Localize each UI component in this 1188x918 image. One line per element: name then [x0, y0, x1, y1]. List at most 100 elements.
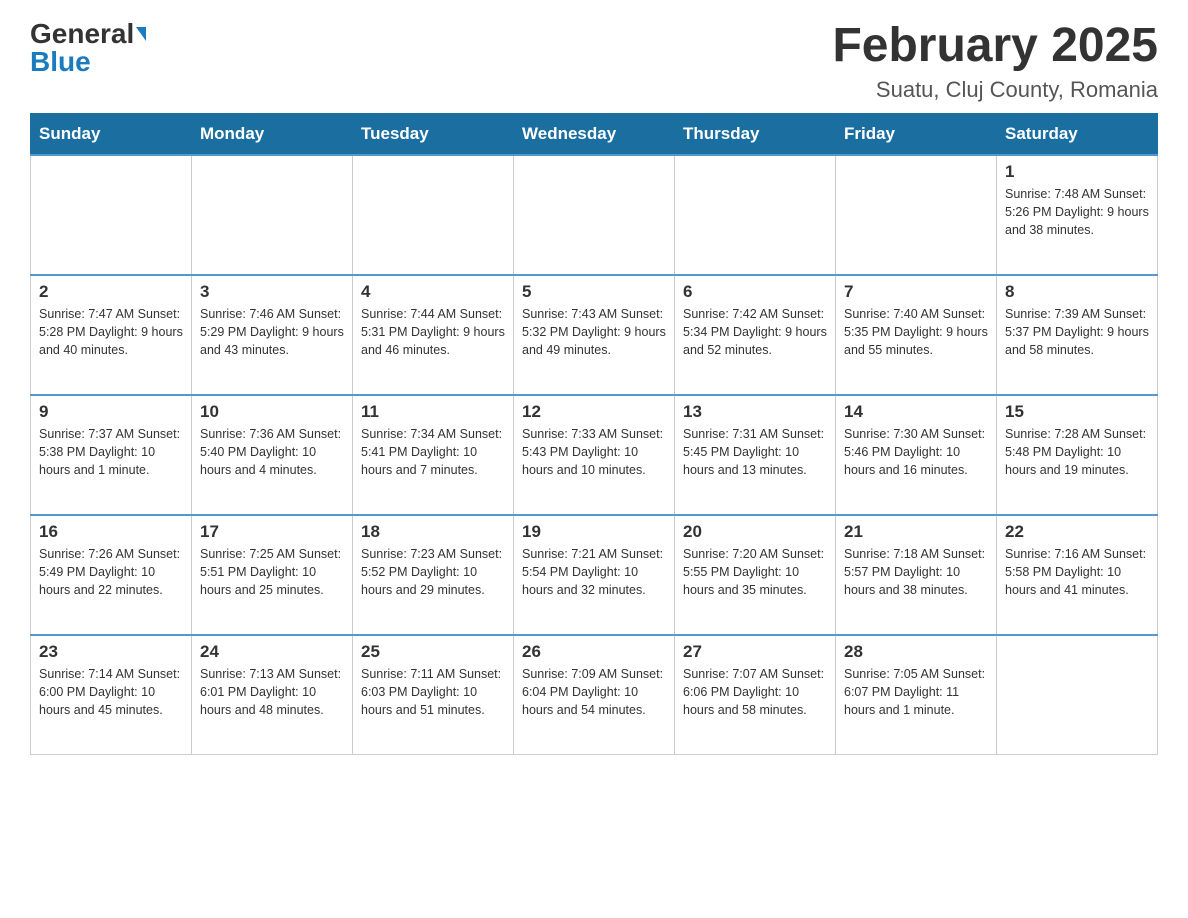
calendar-cell — [675, 155, 836, 275]
calendar-day-header: Friday — [836, 113, 997, 155]
day-number: 27 — [683, 642, 827, 662]
day-number: 23 — [39, 642, 183, 662]
location-title: Suatu, Cluj County, Romania — [832, 77, 1158, 103]
month-title: February 2025 — [832, 20, 1158, 73]
calendar-cell: 1Sunrise: 7:48 AM Sunset: 5:26 PM Daylig… — [997, 155, 1158, 275]
day-info: Sunrise: 7:46 AM Sunset: 5:29 PM Dayligh… — [200, 305, 344, 359]
day-info: Sunrise: 7:47 AM Sunset: 5:28 PM Dayligh… — [39, 305, 183, 359]
logo-arrow-icon — [136, 27, 146, 41]
day-info: Sunrise: 7:33 AM Sunset: 5:43 PM Dayligh… — [522, 425, 666, 479]
day-number: 8 — [1005, 282, 1149, 302]
calendar-week-row: 2 Sunrise: 7:47 AM Sunset: 5:28 PM Daylig… — [31, 275, 1158, 395]
calendar-day-header: Sunday — [31, 113, 192, 155]
day-info: Sunrise: 7:28 AM Sunset: 5:48 PM Dayligh… — [1005, 425, 1149, 479]
day-number: 2 — [39, 282, 183, 302]
title-area: February 2025 Suatu, Cluj County, Romani… — [832, 20, 1158, 103]
calendar-cell: 13 Sunrise: 7:31 AM Sunset: 5:45 PM Dayli… — [675, 395, 836, 515]
calendar-day-header: Saturday — [997, 113, 1158, 155]
day-number: 4 — [361, 282, 505, 302]
calendar-cell — [353, 155, 514, 275]
calendar-cell: 24 Sunrise: 7:13 AM Sunset: 6:01 PM Dayli… — [192, 635, 353, 755]
day-number: 24 — [200, 642, 344, 662]
day-info: Sunrise: 7:39 AM Sunset: 5:37 PM Dayligh… — [1005, 305, 1149, 359]
day-number: 17 — [200, 522, 344, 542]
day-number: 5 — [522, 282, 666, 302]
calendar-cell: 26 Sunrise: 7:09 AM Sunset: 6:04 PM Dayli… — [514, 635, 675, 755]
day-number: 13 — [683, 402, 827, 422]
calendar-cell: 2 Sunrise: 7:47 AM Sunset: 5:28 PM Daylig… — [31, 275, 192, 395]
calendar-cell: 8 Sunrise: 7:39 AM Sunset: 5:37 PM Daylig… — [997, 275, 1158, 395]
day-info: Sunrise: 7:16 AM Sunset: 5:58 PM Dayligh… — [1005, 545, 1149, 599]
day-info: Sunrise: 7:44 AM Sunset: 5:31 PM Dayligh… — [361, 305, 505, 359]
day-info: Sunrise: 7:07 AM Sunset: 6:06 PM Dayligh… — [683, 665, 827, 719]
page-header: General Blue February 2025 Suatu, Cluj C… — [30, 20, 1158, 103]
calendar-week-row: 9Sunrise: 7:37 AM Sunset: 5:38 PM Daylig… — [31, 395, 1158, 515]
calendar-cell — [514, 155, 675, 275]
calendar-cell: 20 Sunrise: 7:20 AM Sunset: 5:55 PM Dayli… — [675, 515, 836, 635]
day-info: Sunrise: 7:26 AM Sunset: 5:49 PM Dayligh… — [39, 545, 183, 599]
day-info: Sunrise: 7:20 AM Sunset: 5:55 PM Dayligh… — [683, 545, 827, 599]
day-info: Sunrise: 7:36 AM Sunset: 5:40 PM Dayligh… — [200, 425, 344, 479]
calendar-cell: 5 Sunrise: 7:43 AM Sunset: 5:32 PM Daylig… — [514, 275, 675, 395]
calendar-cell — [192, 155, 353, 275]
day-info: Sunrise: 7:34 AM Sunset: 5:41 PM Dayligh… — [361, 425, 505, 479]
day-number: 15 — [1005, 402, 1149, 422]
day-info: Sunrise: 7:11 AM Sunset: 6:03 PM Dayligh… — [361, 665, 505, 719]
logo-general: General — [30, 20, 134, 48]
day-number: 14 — [844, 402, 988, 422]
calendar-week-row: 23 Sunrise: 7:14 AM Sunset: 6:00 PM Dayli… — [31, 635, 1158, 755]
day-number: 21 — [844, 522, 988, 542]
day-info: Sunrise: 7:21 AM Sunset: 5:54 PM Dayligh… — [522, 545, 666, 599]
day-number: 26 — [522, 642, 666, 662]
calendar-week-row: 16 Sunrise: 7:26 AM Sunset: 5:49 PM Dayli… — [31, 515, 1158, 635]
day-info: Sunrise: 7:43 AM Sunset: 5:32 PM Dayligh… — [522, 305, 666, 359]
day-info: Sunrise: 7:42 AM Sunset: 5:34 PM Dayligh… — [683, 305, 827, 359]
calendar-cell: 6 Sunrise: 7:42 AM Sunset: 5:34 PM Daylig… — [675, 275, 836, 395]
calendar-cell: 15 Sunrise: 7:28 AM Sunset: 5:48 PM Dayli… — [997, 395, 1158, 515]
calendar-cell: 27 Sunrise: 7:07 AM Sunset: 6:06 PM Dayli… — [675, 635, 836, 755]
calendar-cell: 21 Sunrise: 7:18 AM Sunset: 5:57 PM Dayli… — [836, 515, 997, 635]
day-info: Sunrise: 7:30 AM Sunset: 5:46 PM Dayligh… — [844, 425, 988, 479]
calendar-cell: 7 Sunrise: 7:40 AM Sunset: 5:35 PM Daylig… — [836, 275, 997, 395]
calendar-cell: 23 Sunrise: 7:14 AM Sunset: 6:00 PM Dayli… — [31, 635, 192, 755]
logo: General Blue — [30, 20, 146, 76]
day-number: 18 — [361, 522, 505, 542]
calendar-cell: 18 Sunrise: 7:23 AM Sunset: 5:52 PM Dayli… — [353, 515, 514, 635]
calendar-day-header: Wednesday — [514, 113, 675, 155]
calendar-cell: 25Sunrise: 7:11 AM Sunset: 6:03 PM Dayli… — [353, 635, 514, 755]
calendar-cell — [31, 155, 192, 275]
day-info: Sunrise: 7:31 AM Sunset: 5:45 PM Dayligh… — [683, 425, 827, 479]
logo-blue: Blue — [30, 48, 91, 76]
calendar-cell: 9Sunrise: 7:37 AM Sunset: 5:38 PM Daylig… — [31, 395, 192, 515]
day-number: 7 — [844, 282, 988, 302]
day-number: 22 — [1005, 522, 1149, 542]
day-number: 6 — [683, 282, 827, 302]
calendar-cell: 22 Sunrise: 7:16 AM Sunset: 5:58 PM Dayli… — [997, 515, 1158, 635]
day-number: 11 — [361, 402, 505, 422]
calendar-day-header: Thursday — [675, 113, 836, 155]
day-number: 10 — [200, 402, 344, 422]
day-info: Sunrise: 7:23 AM Sunset: 5:52 PM Dayligh… — [361, 545, 505, 599]
calendar-cell: 4 Sunrise: 7:44 AM Sunset: 5:31 PM Daylig… — [353, 275, 514, 395]
day-info: Sunrise: 7:14 AM Sunset: 6:00 PM Dayligh… — [39, 665, 183, 719]
calendar-header-row: SundayMondayTuesdayWednesdayThursdayFrid… — [31, 113, 1158, 155]
calendar-cell: 28 Sunrise: 7:05 AM Sunset: 6:07 PM Dayli… — [836, 635, 997, 755]
calendar-cell: 12Sunrise: 7:33 AM Sunset: 5:43 PM Dayli… — [514, 395, 675, 515]
day-info: Sunrise: 7:05 AM Sunset: 6:07 PM Dayligh… — [844, 665, 988, 719]
day-info: Sunrise: 7:13 AM Sunset: 6:01 PM Dayligh… — [200, 665, 344, 719]
day-number: 20 — [683, 522, 827, 542]
day-info: Sunrise: 7:09 AM Sunset: 6:04 PM Dayligh… — [522, 665, 666, 719]
day-info: Sunrise: 7:18 AM Sunset: 5:57 PM Dayligh… — [844, 545, 988, 599]
calendar-table: SundayMondayTuesdayWednesdayThursdayFrid… — [30, 113, 1158, 756]
day-info: Sunrise: 7:40 AM Sunset: 5:35 PM Dayligh… — [844, 305, 988, 359]
calendar-cell: 16 Sunrise: 7:26 AM Sunset: 5:49 PM Dayli… — [31, 515, 192, 635]
day-number: 19 — [522, 522, 666, 542]
day-info: Sunrise: 7:25 AM Sunset: 5:51 PM Dayligh… — [200, 545, 344, 599]
calendar-cell: 10 Sunrise: 7:36 AM Sunset: 5:40 PM Dayli… — [192, 395, 353, 515]
calendar-cell — [997, 635, 1158, 755]
day-number: 28 — [844, 642, 988, 662]
day-number: 16 — [39, 522, 183, 542]
calendar-week-row: 1Sunrise: 7:48 AM Sunset: 5:26 PM Daylig… — [31, 155, 1158, 275]
calendar-day-header: Monday — [192, 113, 353, 155]
day-info: Sunrise: 7:37 AM Sunset: 5:38 PM Dayligh… — [39, 425, 183, 479]
